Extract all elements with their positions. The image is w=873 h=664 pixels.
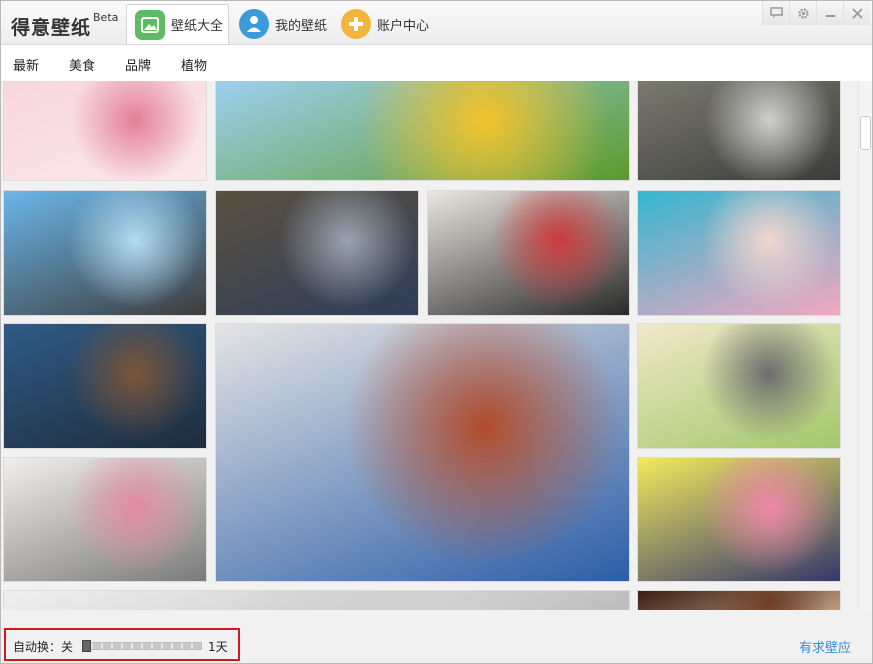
coffee-cup-wallpaper[interactable] [637,590,841,610]
plus-icon [341,9,371,39]
sprout-on-beach-wallpaper[interactable] [3,190,207,316]
category-food[interactable]: 美食 [69,55,95,74]
app-beta-badge: Beta [93,11,119,24]
scrollbar-thumb[interactable] [860,116,871,150]
tab-account-center[interactable]: 账户中心 [333,4,438,44]
cartoon-illustration-wallpaper[interactable] [637,323,841,449]
request-wallpaper-link[interactable]: 有求壁应 [799,637,851,656]
message-icon[interactable] [762,1,789,25]
category-plants[interactable]: 植物 [181,55,207,74]
category-menu: 最新 美食 品牌 植物 [1,45,872,81]
user-icon [239,9,269,39]
status-bar: 自动换： 关 1天 有求壁应 [1,610,872,663]
interval-slider-thumb[interactable] [82,640,91,652]
app-window: 得意壁纸 Beta 壁纸大全 我的壁纸 账户中心 最新 美食 品牌 植物 自动换… [0,0,873,664]
tab-my-wallpaper[interactable]: 我的壁纸 [231,4,331,44]
category-brand[interactable]: 品牌 [125,55,151,74]
sunflowers-wallpaper[interactable] [215,81,630,181]
app-title: 得意壁纸 [11,17,92,39]
plum-blossom-painting-wallpaper[interactable] [3,457,207,582]
pink-roses-wallpaper[interactable] [3,81,207,181]
minimize-icon[interactable] [816,1,843,25]
window-controls [762,1,870,25]
close-icon[interactable] [843,1,870,25]
interval-label: 1天 [208,640,228,654]
category-latest[interactable]: 最新 [13,55,39,74]
father-and-child-wallpaper[interactable] [427,190,630,316]
auto-switch-value[interactable]: 关 [61,638,73,655]
tab-wallpaper-all[interactable]: 壁纸大全 [126,4,229,44]
partial-wallpaper-bottom-left[interactable] [3,590,630,610]
celebrity-portrait-wallpaper[interactable] [215,323,630,582]
settings-icon[interactable] [789,1,816,25]
girl-by-seaside-wallpaper[interactable] [3,323,207,449]
gallery-scrollbar[interactable] [858,81,872,610]
girl-by-pool-wallpaper[interactable] [637,190,841,316]
tab-label: 壁纸大全 [171,19,224,34]
wallpaper-gallery [1,81,858,610]
auto-switch-panel: 自动换： 关 1天 [4,628,240,661]
interval-slider[interactable] [82,642,202,650]
auto-switch-label: 自动换： [13,640,62,654]
city-tram-wallpaper[interactable] [215,190,419,316]
picture-icon [135,9,165,40]
girl-fashion-wallpaper[interactable] [637,457,841,582]
tab-label: 我的壁纸 [275,18,328,34]
cars-and-models-wallpaper[interactable] [637,81,841,181]
title-bar: 得意壁纸 Beta 壁纸大全 我的壁纸 账户中心 [1,1,872,45]
tab-label: 账户中心 [377,18,430,34]
